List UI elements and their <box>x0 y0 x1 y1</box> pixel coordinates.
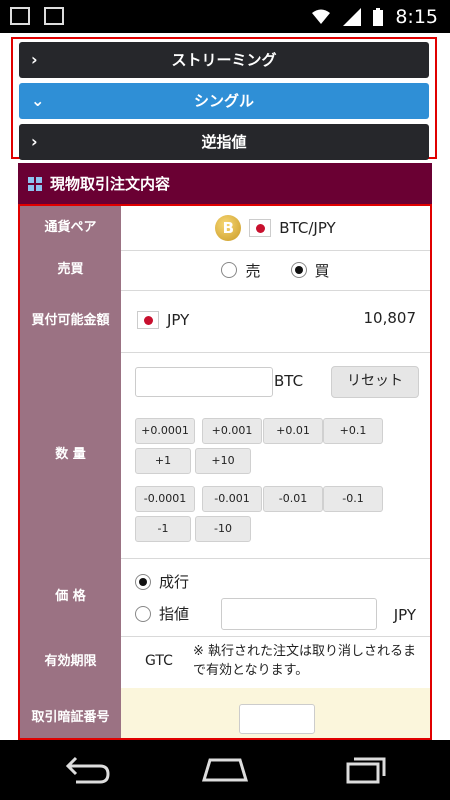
minus-0.01-button[interactable]: -0.01 <box>263 486 323 512</box>
section-header: 現物取引注文内容 <box>18 163 432 204</box>
status-bar: 8:15 <box>0 0 450 33</box>
japan-flag-icon <box>249 219 272 237</box>
market-label: 成行 <box>159 573 190 591</box>
minus-0.0001-button[interactable]: -0.0001 <box>135 486 195 512</box>
minus-0.001-button[interactable]: -0.001 <box>202 486 262 512</box>
plus-0.01-button[interactable]: +0.01 <box>263 418 323 444</box>
pin-label: 取引暗証番号 <box>20 688 121 738</box>
chevron-right-icon: › <box>31 50 38 69</box>
navigation-bar <box>0 740 450 800</box>
pin-input[interactable] <box>239 704 315 734</box>
buy-label: 買 <box>314 261 330 280</box>
signal-icon <box>343 8 362 26</box>
wifi-icon <box>312 9 331 24</box>
side-row: 売買 売 買 <box>20 250 430 291</box>
limit-label: 指値 <box>159 605 190 623</box>
tab-single[interactable]: ⌄ シングル <box>19 83 429 119</box>
battery-icon <box>373 8 384 26</box>
pair-label: 通貨ペア <box>20 206 121 250</box>
plus-10-button[interactable]: +10 <box>195 448 251 474</box>
pair-value: BTC/JPY <box>279 219 336 237</box>
validity-value: GTC <box>145 653 173 669</box>
available-amount: 10,807 <box>363 309 417 327</box>
plus-0.001-button[interactable]: +0.001 <box>202 418 262 444</box>
chevron-down-icon: ⌄ <box>31 91 45 110</box>
mail-icon <box>44 7 64 25</box>
market-radio[interactable] <box>135 574 151 590</box>
quantity-row: 数 量 BTC リセット +0.0001 +0.001 +0.01 +0.1 +… <box>20 352 430 559</box>
quantity-unit: BTC <box>274 372 304 390</box>
price-unit: JPY <box>393 606 416 624</box>
tab-streaming[interactable]: › ストリーミング <box>19 42 429 78</box>
price-label: 価 格 <box>20 558 121 636</box>
bitcoin-icon: B <box>215 215 242 241</box>
order-form: 通貨ペア B BTC/JPY 売買 売 買 買付可能金額 JPY 10,807 … <box>18 204 432 740</box>
pin-row: 取引暗証番号 <box>20 688 430 738</box>
plus-0.0001-button[interactable]: +0.0001 <box>135 418 195 444</box>
grid-icon <box>28 176 42 191</box>
validity-note: ※ 執行された注文は取り消しされるまで有効となります。 <box>193 644 417 678</box>
minus-10-button[interactable]: -10 <box>195 516 251 542</box>
side-label: 売買 <box>20 250 121 290</box>
validity-label: 有効期限 <box>20 636 121 688</box>
japan-flag-icon <box>137 311 159 329</box>
order-type-accordion: › ストリーミング ⌄ シングル › 逆指値 <box>11 37 437 160</box>
minus-1-button[interactable]: -1 <box>135 516 191 542</box>
tab-label: シングル <box>193 92 254 110</box>
available-row: 買付可能金額 JPY 10,807 <box>20 290 430 353</box>
home-icon[interactable] <box>200 756 250 784</box>
buy-radio[interactable] <box>290 262 307 278</box>
sell-radio[interactable] <box>221 262 238 278</box>
tab-label: 逆指値 <box>201 133 247 151</box>
plus-1-button[interactable]: +1 <box>135 448 191 474</box>
quantity-input[interactable] <box>135 367 273 397</box>
back-icon[interactable] <box>62 756 112 784</box>
limit-radio[interactable] <box>135 606 151 622</box>
section-title: 現物取引注文内容 <box>50 175 171 193</box>
validity-row: 有効期限 GTC ※ 執行された注文は取り消しされるまで有効となります。 <box>20 636 430 689</box>
available-currency: JPY <box>167 311 190 329</box>
quantity-label: 数 量 <box>20 352 121 558</box>
pair-row: 通貨ペア B BTC/JPY <box>20 206 430 251</box>
price-input[interactable] <box>221 598 377 630</box>
sell-label: 売 <box>245 261 261 280</box>
tab-label: ストリーミング <box>171 51 277 69</box>
image-icon <box>10 7 30 25</box>
reset-button[interactable]: リセット <box>331 366 419 398</box>
available-label: 買付可能金額 <box>20 290 121 352</box>
clock: 8:15 <box>395 6 438 28</box>
price-row: 価 格 成行 指値 JPY <box>20 558 430 637</box>
recent-apps-icon[interactable] <box>338 756 388 784</box>
minus-0.1-button[interactable]: -0.1 <box>323 486 383 512</box>
tab-stop-order[interactable]: › 逆指値 <box>19 124 429 160</box>
chevron-right-icon: › <box>31 132 38 151</box>
plus-0.1-button[interactable]: +0.1 <box>323 418 383 444</box>
